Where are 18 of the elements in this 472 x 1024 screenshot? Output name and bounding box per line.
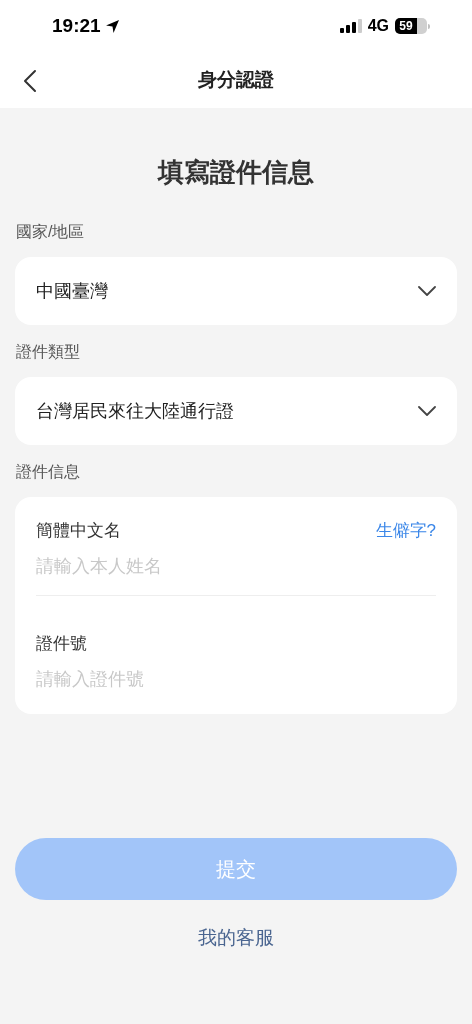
field-label: 證件類型	[16, 342, 81, 362]
location-icon	[104, 18, 120, 34]
select-field[interactable]: 台灣居民來往大陸通行證	[15, 377, 457, 445]
chevron-down-icon	[418, 406, 436, 416]
field-label: 證件信息	[16, 462, 81, 482]
select-field[interactable]: 中國臺灣	[15, 257, 457, 325]
page-title: 身分認證	[198, 67, 274, 92]
form-heading: 填寫證件信息	[156, 156, 315, 189]
field-label: 簡體中文名	[36, 520, 121, 542]
field-label: 證件號	[36, 633, 87, 655]
status-time: 19:21	[52, 13, 101, 38]
battery-percentage: 59	[395, 18, 417, 34]
field-label: 國家/地區	[16, 222, 86, 242]
signal-icon	[339, 19, 362, 33]
chevron-down-icon	[418, 286, 436, 296]
rare-character-link[interactable]: 生僻字?	[375, 519, 436, 543]
network-label: 4G	[367, 16, 389, 36]
customer-service-link[interactable]: 我的客服	[198, 924, 274, 953]
